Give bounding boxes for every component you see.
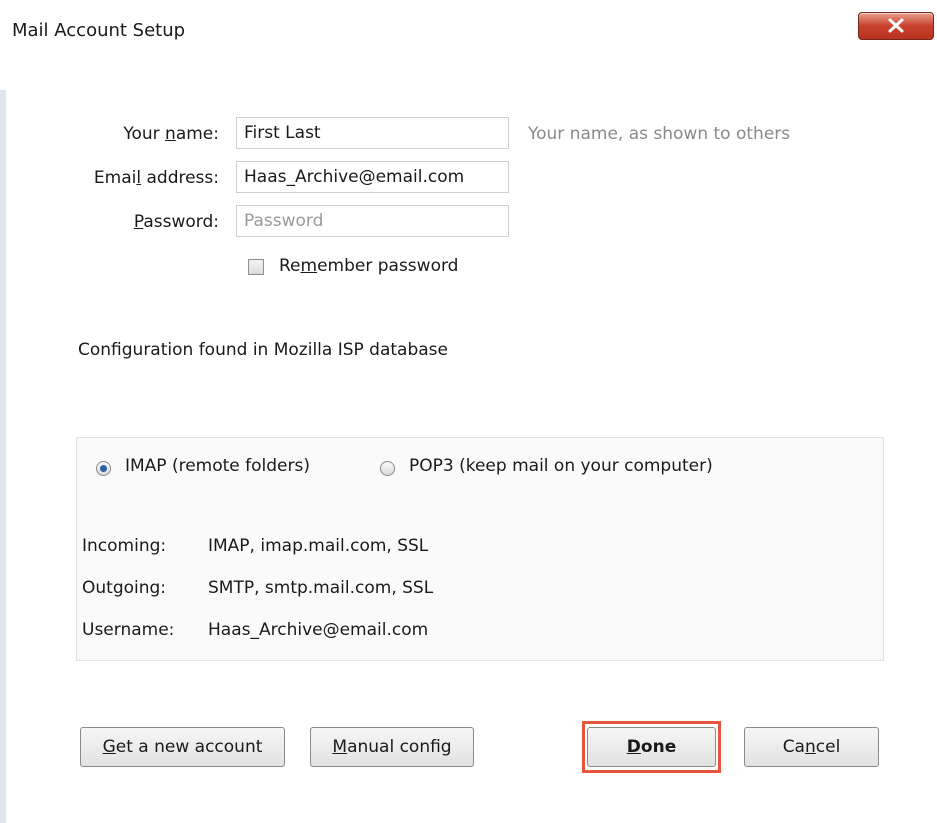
window-edge — [0, 90, 6, 823]
done-button-highlight — [582, 721, 721, 773]
radio-selected-dot — [100, 465, 107, 472]
password-label: Password: — [133, 212, 219, 232]
close-button[interactable] — [858, 12, 934, 40]
pop3-radio[interactable] — [380, 461, 395, 476]
cancel-button[interactable]: Cancel — [744, 727, 879, 767]
configuration-status: Configuration found in Mozilla ISP datab… — [78, 340, 448, 360]
incoming-label: Incoming: — [82, 536, 167, 556]
remember-password-label[interactable]: Remember password — [279, 256, 458, 276]
username-label: Username: — [82, 620, 175, 640]
close-icon — [888, 18, 904, 33]
name-hint: Your name, as shown to others — [528, 124, 791, 144]
password-input[interactable]: Password — [236, 205, 509, 237]
manual-config-button[interactable]: Manual config — [310, 727, 474, 767]
pop3-option-label[interactable]: POP3 (keep mail on your computer) — [409, 456, 713, 476]
mail-account-setup-window: Mail Account Setup Your name: First Last… — [0, 0, 937, 823]
get-new-account-button[interactable]: Get a new account — [80, 727, 285, 767]
outgoing-value: SMTP, smtp.mail.com, SSL — [208, 578, 434, 598]
imap-radio[interactable] — [96, 461, 111, 476]
remember-password-checkbox[interactable] — [248, 259, 264, 275]
email-input[interactable]: Haas_Archive@email.com — [236, 161, 509, 193]
imap-option-label[interactable]: IMAP (remote folders) — [125, 456, 310, 476]
window-title: Mail Account Setup — [12, 20, 186, 41]
name-label: Your name: — [123, 124, 219, 144]
username-value: Haas_Archive@email.com — [208, 620, 429, 640]
email-label: Email address: — [93, 168, 219, 188]
name-input[interactable]: First Last — [236, 117, 509, 149]
incoming-value: IMAP, imap.mail.com, SSL — [208, 536, 429, 556]
title-bar: Mail Account Setup — [0, 0, 937, 62]
outgoing-label: Outgoing: — [82, 578, 167, 598]
